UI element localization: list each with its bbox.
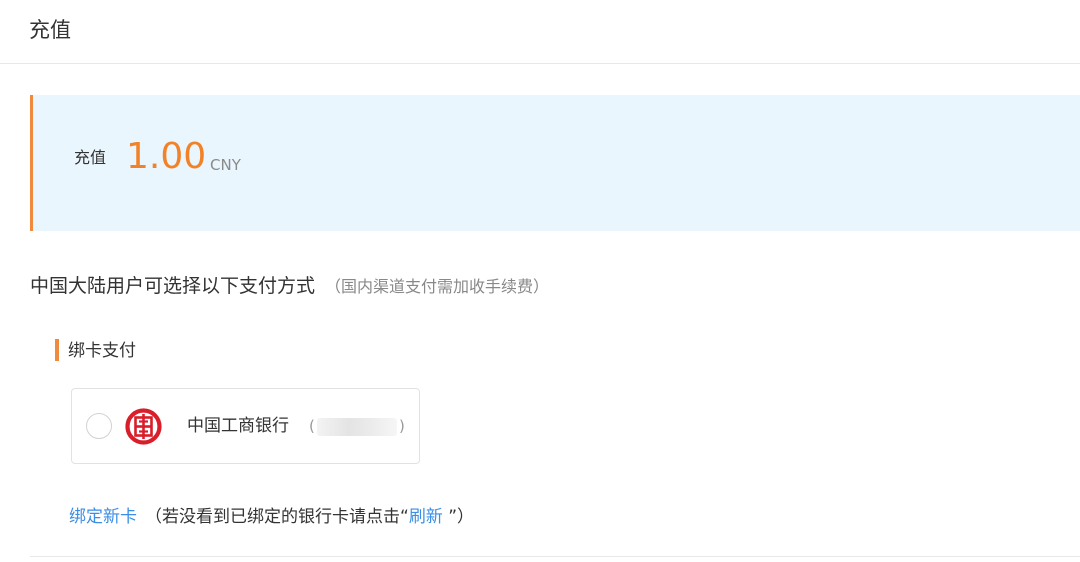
- payment-methods-note: （国内渠道支付需加收手续费）: [325, 277, 550, 296]
- bank-name: 中国工商银行: [187, 416, 289, 436]
- payment-methods-heading: 中国大陆用户可选择以下支付方式 （国内渠道支付需加收手续费）: [30, 272, 549, 301]
- bind-new-card-link[interactable]: 绑定新卡: [69, 507, 137, 527]
- amount-value: 1.00: [126, 136, 207, 177]
- card-payment-section-title: 绑卡支付: [68, 341, 136, 361]
- bank-card-option[interactable]: 中国工商银行 ( ): [71, 388, 420, 464]
- bottom-divider: [30, 556, 1080, 557]
- card-number-paren-close: ): [399, 417, 405, 435]
- card-number-paren-open: (: [309, 417, 315, 435]
- page-header: 充值: [0, 0, 1080, 64]
- bind-new-card-row: 绑定新卡 （若没看到已绑定的银行卡请点击“刷新 ”）: [69, 505, 474, 529]
- amount-currency: CNY: [210, 156, 241, 174]
- bank-card-radio[interactable]: [86, 413, 112, 439]
- recharge-amount-panel: 充值 1.00 CNY: [30, 95, 1080, 231]
- amount-label: 充值: [74, 148, 107, 167]
- section-accent-bar: [55, 339, 59, 361]
- payment-methods-title: 中国大陆用户可选择以下支付方式: [30, 275, 316, 297]
- refresh-link[interactable]: 刷新: [409, 507, 443, 527]
- masked-card-number: [317, 418, 397, 436]
- icbc-logo-icon: [125, 408, 162, 445]
- page-title: 充值: [29, 18, 71, 42]
- bind-hint-suffix: ”）: [442, 507, 475, 527]
- bind-hint-prefix: （若没看到已绑定的银行卡请点击“: [145, 507, 409, 527]
